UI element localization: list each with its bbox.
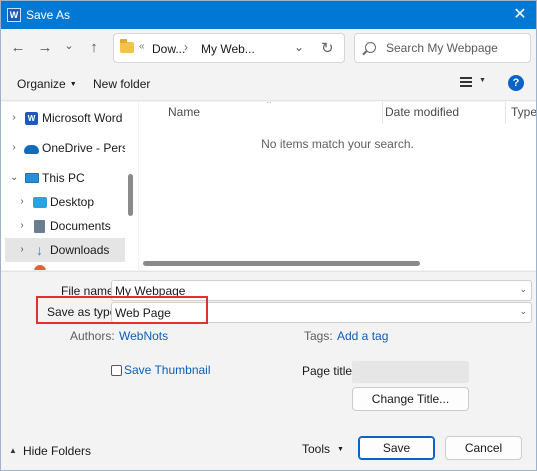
documents-icon: [34, 220, 45, 233]
desktop-icon: [33, 197, 47, 208]
close-button[interactable]: ✕: [510, 5, 530, 25]
title-bar: W Save As ✕: [1, 1, 536, 29]
tools-label: Tools: [302, 442, 331, 456]
nav-item-downloads[interactable]: › ↓ Downloads: [5, 238, 125, 262]
forward-arrow-icon[interactable]: →: [36, 39, 54, 57]
breadcrumb-downloads[interactable]: Dow...: [152, 42, 185, 56]
save-button[interactable]: Save: [358, 436, 435, 460]
nav-item-label: Desktop: [50, 195, 95, 209]
address-overflow-icon[interactable]: «: [139, 41, 145, 52]
save-thumbnail-label[interactable]: Save Thumbnail: [124, 363, 211, 377]
address-history-chevron-icon[interactable]: ⌄: [294, 40, 304, 54]
nav-item-microsoft-word[interactable]: › W Microsoft Word: [5, 106, 125, 130]
navigation-pane: › W Microsoft Word › OneDrive - Personal…: [1, 102, 138, 270]
folder-icon: [120, 39, 134, 53]
expand-chevron-icon[interactable]: ›: [10, 112, 18, 123]
downloads-icon: ↓: [36, 242, 43, 258]
column-divider[interactable]: [505, 102, 506, 124]
word-icon: W: [25, 112, 38, 125]
cancel-button[interactable]: Cancel: [445, 436, 522, 460]
nav-pane-scroll-thumb[interactable]: [128, 174, 133, 216]
file-list-pane: ^ Name Date modified Type No items match…: [139, 102, 536, 270]
window-title: Save As: [26, 8, 71, 22]
address-bar[interactable]: « Dow... › My Web... ⌄ ↻: [113, 33, 345, 63]
caret-down-icon: ▼: [69, 81, 77, 88]
expand-chevron-icon[interactable]: ›: [18, 196, 26, 207]
chevron-down-icon[interactable]: ⌄: [519, 306, 527, 317]
collapse-chevron-icon[interactable]: ⌄: [10, 172, 18, 183]
dialog-footer: ▲ Hide Folders Tools ▼ Save Cancel: [1, 431, 536, 470]
organize-button[interactable]: Organize ▼: [17, 77, 77, 91]
column-header-name[interactable]: Name: [168, 105, 200, 119]
column-divider[interactable]: [382, 102, 383, 124]
recent-locations-chevron-icon[interactable]: ⌄: [60, 37, 78, 55]
nav-item-label: Documents: [50, 219, 111, 233]
music-icon: [34, 265, 46, 270]
nav-item-label: Downloads: [50, 243, 110, 257]
page-title-label: Page title:: [302, 364, 356, 378]
caret-down-icon: ▼: [337, 446, 344, 453]
tools-menu-button[interactable]: Tools ▼: [302, 442, 344, 456]
nav-item-documents[interactable]: › Documents: [5, 214, 125, 238]
empty-state-message: No items match your search.: [261, 137, 414, 151]
save-as-dialog: W Save As ✕ ← → ⌄ ↑ « Dow... › My Web...…: [0, 0, 537, 471]
search-box[interactable]: [354, 33, 531, 63]
chevron-down-icon[interactable]: ⌄: [519, 284, 527, 295]
annotation-highlight-box: [36, 296, 208, 324]
change-title-button[interactable]: Change Title...: [352, 387, 469, 411]
command-toolbar: Organize ▼ New folder ▼ ?: [1, 67, 536, 101]
refresh-icon[interactable]: ↻: [321, 39, 334, 57]
search-icon: [365, 42, 376, 53]
organize-label: Organize: [17, 77, 66, 91]
nav-item-label: OneDrive - Personal: [42, 141, 138, 155]
authors-value-link[interactable]: WebNots: [119, 329, 168, 343]
add-tag-link[interactable]: Add a tag: [337, 329, 388, 343]
authors-label: Authors:: [70, 329, 115, 343]
save-options-form: File name: My Webpage ⌄ Save as type: We…: [1, 271, 536, 431]
nav-pane-scrollbar[interactable]: [125, 102, 138, 270]
nav-item-onedrive[interactable]: › OneDrive - Personal: [5, 136, 138, 160]
file-list-horizontal-scrollbar[interactable]: [139, 257, 536, 270]
expand-chevron-icon[interactable]: ›: [18, 220, 26, 231]
save-thumbnail-checkbox[interactable]: [111, 365, 122, 376]
column-header-type[interactable]: Type: [511, 105, 536, 119]
cloud-icon: [24, 145, 39, 154]
page-title-field: [352, 361, 469, 383]
expand-chevron-icon[interactable]: ›: [10, 142, 18, 153]
sort-indicator-icon: ^: [267, 102, 271, 108]
view-options-icon[interactable]: [460, 77, 472, 87]
new-folder-button[interactable]: New folder: [93, 77, 150, 91]
nav-item-this-pc[interactable]: ⌄ This PC: [5, 166, 125, 190]
breadcrumb-my-webpage[interactable]: My Web...: [201, 42, 255, 56]
back-arrow-icon[interactable]: ←: [9, 39, 27, 57]
nav-item-label: Microsoft Word: [42, 111, 123, 125]
view-caret-down-icon[interactable]: ▼: [479, 77, 486, 84]
expand-chevron-icon[interactable]: ›: [18, 244, 26, 255]
navigation-bar: ← → ⌄ ↑ « Dow... › My Web... ⌄ ↻: [1, 29, 536, 67]
caret-up-icon[interactable]: ▲: [9, 446, 17, 455]
nav-item-label: This PC: [42, 171, 85, 185]
computer-icon: [25, 173, 39, 183]
tags-label: Tags:: [304, 329, 333, 343]
hide-folders-button[interactable]: Hide Folders: [23, 444, 91, 458]
column-header-date-modified[interactable]: Date modified: [385, 105, 459, 119]
search-input[interactable]: [386, 41, 526, 55]
nav-item-desktop[interactable]: › Desktop: [5, 190, 125, 214]
word-app-icon: W: [7, 8, 21, 22]
up-arrow-icon[interactable]: ↑: [85, 39, 103, 57]
horizontal-scroll-thumb[interactable]: [143, 261, 420, 266]
breadcrumb-separator-icon[interactable]: ›: [184, 40, 188, 54]
help-icon[interactable]: ?: [508, 75, 524, 91]
